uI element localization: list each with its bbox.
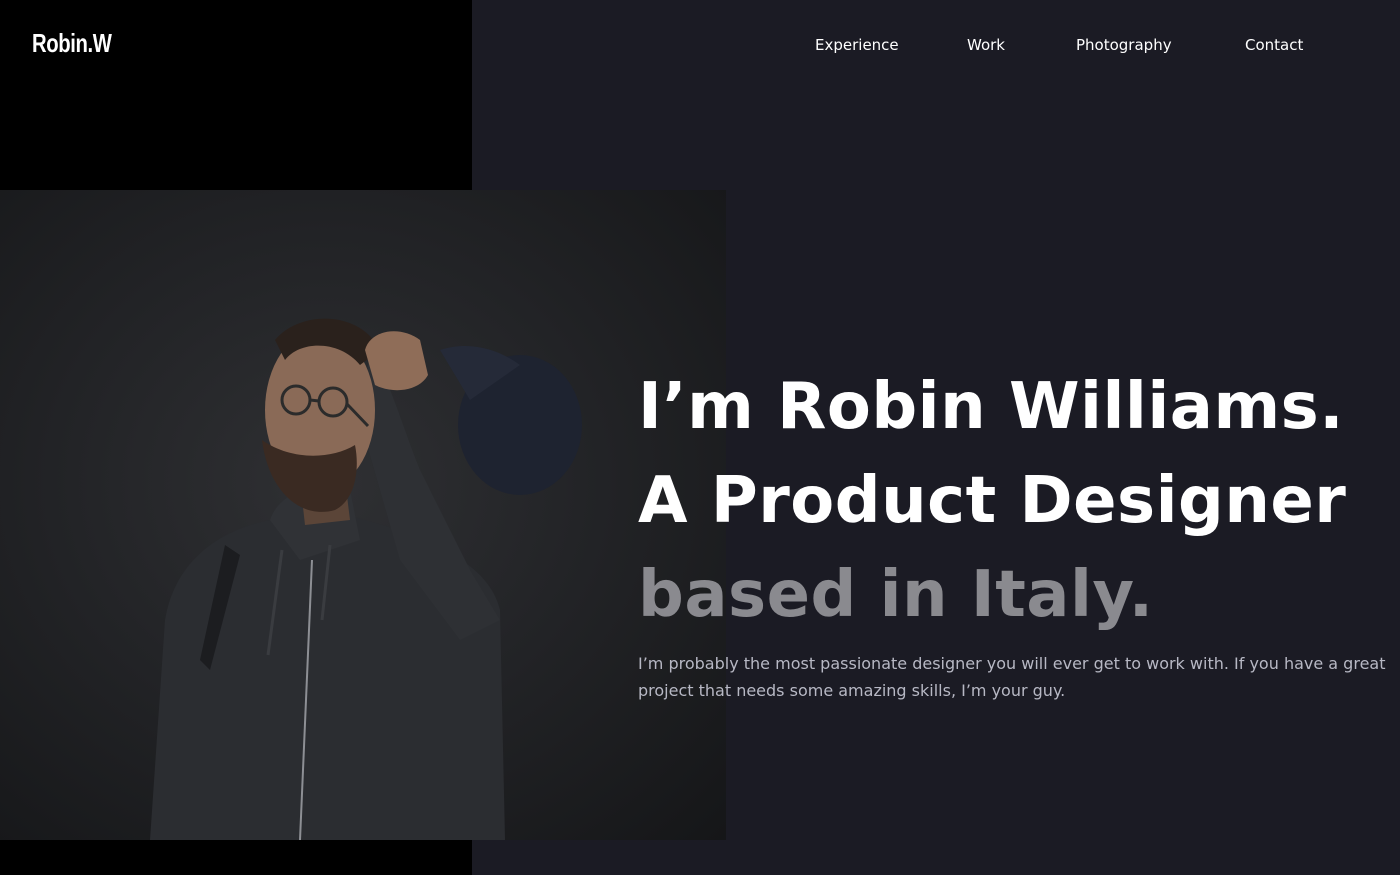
portrait-photo (0, 190, 726, 840)
intro-paragraph: I’m probably the most passionate designe… (638, 654, 1386, 700)
headline-line-2: A Product Designer (638, 464, 1347, 538)
portrait-illustration (150, 318, 582, 840)
portfolio-page: Robin.W Experience Work Photography Cont… (0, 0, 1400, 875)
nav-experience[interactable]: Experience (815, 36, 899, 54)
nav-photography[interactable]: Photography (1076, 36, 1172, 54)
top-navigation: Experience Work Photography Contact (0, 36, 1400, 60)
headline-line-1: I’m Robin Williams. (638, 370, 1345, 444)
nav-contact[interactable]: Contact (1245, 36, 1303, 54)
nav-work[interactable]: Work (967, 36, 1005, 54)
headline-line-3: based in Italy. (638, 558, 1154, 632)
hero-headline: I’m Robin Williams. A Product Designer b… (638, 360, 1398, 642)
